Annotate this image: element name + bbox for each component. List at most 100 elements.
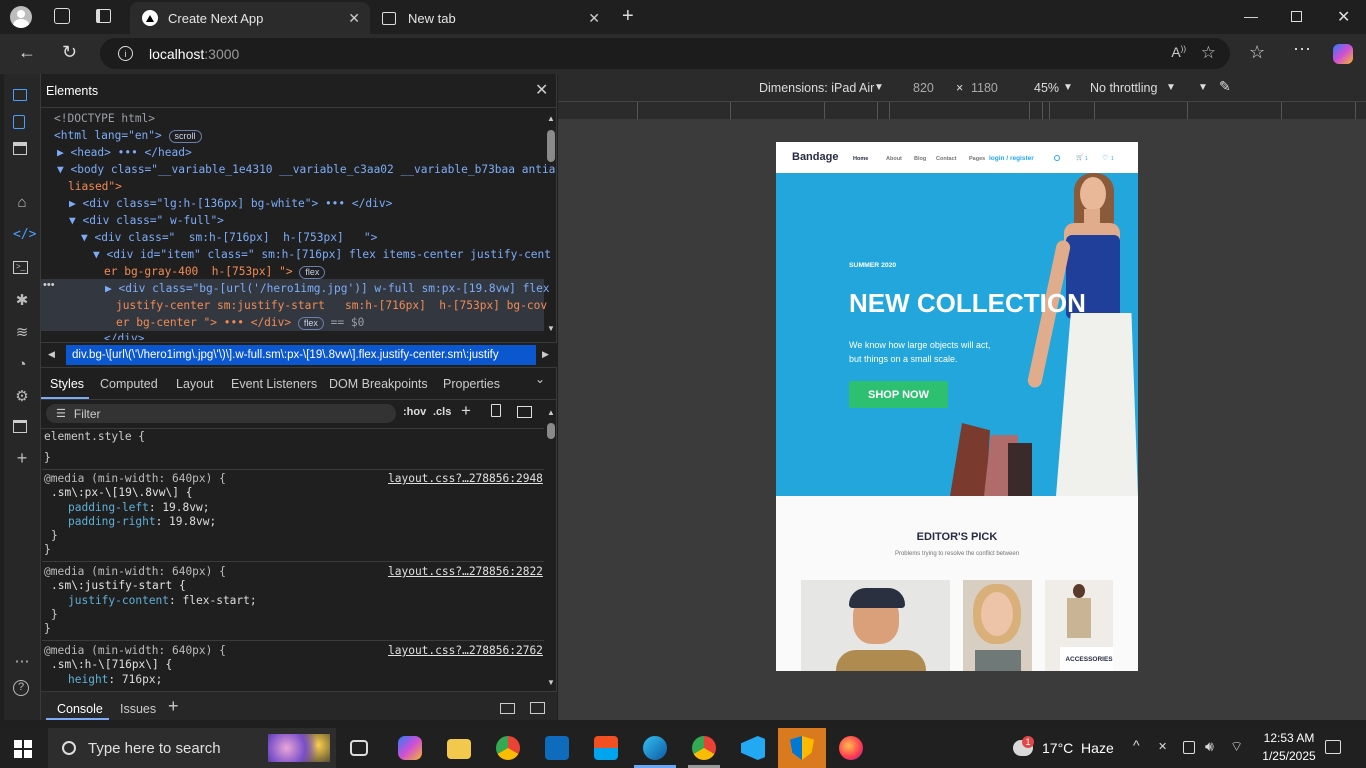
product-card[interactable]	[963, 580, 1032, 671]
css-selector[interactable]: .sm\:px-\[19\.8vw\] {	[51, 486, 192, 499]
device-dropdown[interactable]: Dimensions: iPad Air	[759, 81, 874, 95]
media-query-ruler[interactable]	[558, 101, 1366, 119]
profile-avatar[interactable]	[10, 6, 32, 28]
chrome-icon[interactable]	[496, 736, 520, 760]
dom-line[interactable]: ▼ <div id="item" class=" sm:h-[716px] fl…	[93, 246, 598, 263]
css-selector[interactable]: .sm\:h-\[716px\] {	[51, 658, 172, 671]
dom-line[interactable]: </div>	[104, 330, 609, 340]
welcome-home-icon[interactable]: ⌂	[13, 194, 31, 212]
favorite-star-icon[interactable]: ☆	[1201, 43, 1216, 63]
more-options-chevron-icon[interactable]: ▼	[1198, 82, 1208, 93]
tab-properties[interactable]: Properties	[443, 377, 500, 391]
throttling-dropdown[interactable]: No throttling	[1090, 81, 1157, 95]
hover-state-toggle[interactable]: :hov	[403, 406, 426, 418]
tab-new-tab[interactable]: New tab ✕	[370, 2, 610, 34]
accessories-label[interactable]: ACCESSORIES	[1060, 647, 1113, 671]
panel-toggle-icon[interactable]	[13, 142, 27, 155]
cart-icon[interactable]: 🛒	[1076, 154, 1083, 161]
sources-bug-icon[interactable]: ✱	[13, 291, 31, 309]
dom-line[interactable]: er bg-gray-400 h-[753px] "> flex	[104, 263, 609, 280]
scroll-badge[interactable]: scroll	[168, 130, 202, 143]
weather-text[interactable]: 17°C Haze	[1042, 740, 1114, 756]
source-link[interactable]: layout.css?…278856:2822	[388, 565, 543, 578]
chevron-down-icon[interactable]: ⌄	[535, 372, 545, 386]
store-icon[interactable]	[594, 736, 618, 760]
dom-line[interactable]: ▼ <div class=" sm:h-[716px] h-[753px] ">	[81, 229, 586, 246]
zoom-dropdown[interactable]: 45%	[1034, 81, 1059, 95]
dom-line[interactable]: ▶ <div class="lg:h-[136px] bg-white"> ••…	[69, 195, 574, 212]
more-menu-icon[interactable]: ⋯	[1293, 39, 1311, 60]
volume-icon[interactable]: 🔊︎	[1205, 738, 1214, 755]
css-property[interactable]: height: 716px;	[68, 673, 162, 686]
tab-dom-breakpoints[interactable]: DOM Breakpoints	[329, 377, 428, 391]
favorites-icon[interactable]: ☆	[1249, 42, 1265, 63]
inspect-element-icon[interactable]	[13, 89, 27, 101]
shop-now-button[interactable]: SHOP NOW	[849, 381, 948, 408]
device-emulation-icon[interactable]	[13, 115, 25, 129]
dom-line[interactable]: liased">	[68, 178, 573, 195]
settings-gear-icon[interactable]: ⚙	[13, 387, 31, 405]
restore-icon[interactable]	[1291, 11, 1302, 22]
language-icon[interactable]: ✕	[1158, 740, 1167, 753]
copilot-icon[interactable]	[1333, 44, 1353, 64]
drawer-tab-issues[interactable]: Issues	[120, 702, 156, 716]
add-tool-plus-icon[interactable]: +	[13, 448, 31, 468]
tab-styles[interactable]: Styles	[50, 377, 84, 391]
clock-time[interactable]: 12:53 AM	[1254, 731, 1324, 745]
performance-gauge-icon[interactable]: ◔	[13, 356, 31, 374]
tab-layout[interactable]: Layout	[176, 377, 214, 391]
close-window-icon[interactable]: ✕	[1337, 7, 1350, 27]
dom-scrollbar[interactable]: ▲ ▼	[546, 114, 556, 334]
css-property[interactable]: padding-right: 19.8vw;	[68, 515, 216, 528]
minimize-icon[interactable]: —	[1244, 8, 1258, 24]
wishlist-heart-icon[interactable]: ♡	[1102, 154, 1108, 162]
application-icon[interactable]	[13, 420, 27, 433]
paint-brush-icon[interactable]	[491, 404, 501, 417]
site-info-icon[interactable]: i	[118, 46, 133, 61]
flex-badge[interactable]: flex	[297, 317, 324, 330]
battery-plug-icon[interactable]	[1183, 741, 1195, 754]
network-wifi-icon[interactable]: ≋	[13, 323, 31, 341]
login-register-link[interactable]: login / register	[989, 155, 1034, 162]
dom-line[interactable]: ▶ <head> ••• </head>	[57, 144, 562, 161]
new-style-rule-icon[interactable]: +	[461, 401, 471, 421]
styles-filter-input[interactable]: ☰ Filter	[46, 404, 396, 423]
element-style-selector[interactable]: element.style {	[44, 430, 145, 443]
back-arrow-icon[interactable]: ←	[18, 42, 36, 63]
nav-about[interactable]: About	[886, 156, 902, 162]
sidebar-toggle-icon[interactable]	[517, 406, 532, 418]
start-windows-icon[interactable]	[14, 740, 32, 758]
dom-line[interactable]: <!DOCTYPE html>	[54, 110, 559, 127]
wifi-icon[interactable]: ⌔	[1230, 738, 1243, 756]
nav-contact[interactable]: Contact	[936, 156, 956, 162]
workspaces-icon[interactable]	[54, 8, 70, 24]
reload-icon[interactable]: ↻	[62, 42, 77, 63]
node-more-icon[interactable]: •••	[43, 279, 55, 291]
close-devtools-icon[interactable]: ✕	[535, 80, 548, 100]
nav-home[interactable]: Home	[853, 156, 868, 162]
expand-drawer-icon[interactable]	[530, 702, 545, 714]
search-icon[interactable]	[1054, 155, 1060, 161]
notification-icon[interactable]	[1325, 740, 1341, 754]
breadcrumb-left-arrow-icon[interactable]: ◀	[48, 349, 55, 360]
dom-line[interactable]: ▼ <body class="__variable_1e4310 __varia…	[57, 161, 562, 178]
product-card[interactable]	[801, 580, 950, 671]
clock-date[interactable]: 1/25/2025	[1254, 749, 1324, 763]
brand-logo[interactable]: Bandage	[792, 151, 838, 163]
outlook-icon[interactable]	[545, 736, 569, 760]
chevron-down-icon[interactable]: ▼	[1063, 82, 1073, 93]
chevron-down-icon[interactable]: ▼	[1166, 82, 1176, 93]
close-tab-icon[interactable]: ✕	[588, 10, 600, 27]
tab-create-next-app[interactable]: Create Next App ✕	[130, 2, 370, 34]
styles-scrollbar[interactable]: ▲ ▼	[546, 408, 556, 690]
css-property[interactable]: padding-left: 19.8vw;	[68, 501, 209, 514]
file-explorer-icon[interactable]	[447, 739, 471, 759]
tab-actions-icon[interactable]	[96, 9, 111, 23]
show-hidden-icons-chevron-icon[interactable]: ^	[1133, 737, 1140, 753]
address-bar[interactable]: i localhost :3000 A)) ☆	[100, 38, 1230, 69]
breadcrumb[interactable]: div.bg-\[url\(\'\/hero1img\.jpg\'\)\].w-…	[66, 345, 536, 365]
task-view-icon[interactable]	[350, 740, 368, 756]
new-tab-plus-icon[interactable]: +	[622, 5, 634, 28]
dom-line[interactable]: ▼ <div class=" w-full">	[69, 212, 574, 229]
edge-icon[interactable]	[643, 736, 667, 760]
